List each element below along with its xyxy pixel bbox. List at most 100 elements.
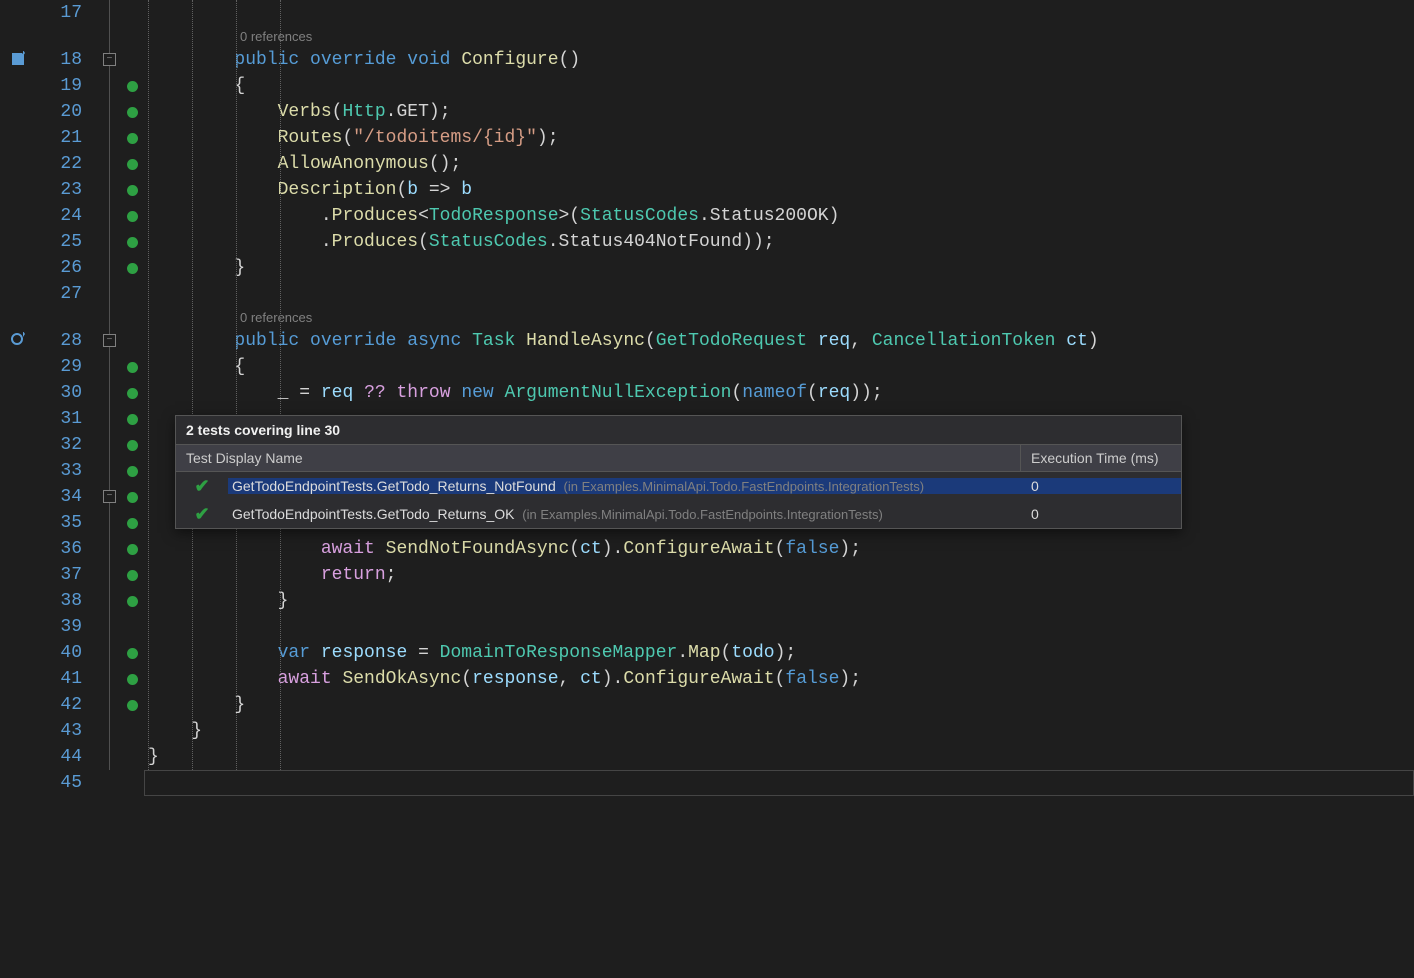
save-icon (10, 51, 26, 72)
coverage-dot[interactable] (127, 211, 138, 222)
line-number: 23 (42, 177, 82, 203)
line-number: 32 (42, 432, 82, 458)
test-name: GetTodoEndpointTests.GetTodo_Returns_OK … (228, 506, 1021, 522)
header-test-name[interactable]: Test Display Name (176, 445, 1021, 471)
line-number: 45 (42, 770, 82, 796)
line-number: 28 (42, 328, 82, 354)
code-line[interactable]: public override async Task HandleAsync(G… (148, 328, 1414, 354)
code-line[interactable]: await SendNotFoundAsync(ct).ConfigureAwa… (148, 536, 1414, 562)
line-number: 44 (42, 744, 82, 770)
coverage-dot[interactable] (127, 362, 138, 373)
coverage-dot[interactable] (127, 133, 138, 144)
code-line[interactable]: return; (148, 562, 1414, 588)
coverage-dot[interactable] (127, 440, 138, 451)
line-number: 22 (42, 151, 82, 177)
glyph-margin (0, 0, 42, 978)
coverage-dot[interactable] (127, 700, 138, 711)
code-line[interactable]: Description(b => b (148, 177, 1414, 203)
coverage-dot[interactable] (127, 81, 138, 92)
test-name: GetTodoEndpointTests.GetTodo_Returns_Not… (228, 478, 1021, 494)
fold-toggle[interactable]: − (103, 490, 116, 503)
code-line[interactable] (148, 770, 1414, 796)
coverage-dot[interactable] (127, 648, 138, 659)
line-number: 29 (42, 354, 82, 380)
indent-guide (148, 0, 149, 770)
coverage-dot[interactable] (127, 544, 138, 555)
line-number: 30 (42, 380, 82, 406)
coverage-dot[interactable] (127, 237, 138, 248)
coverage-dot[interactable] (127, 388, 138, 399)
coverage-dot[interactable] (127, 159, 138, 170)
code-line[interactable] (148, 614, 1414, 640)
line-number: 40 (42, 640, 82, 666)
test-row[interactable]: ✔GetTodoEndpointTests.GetTodo_Returns_No… (176, 472, 1181, 500)
header-exec-time[interactable]: Execution Time (ms) (1021, 445, 1181, 471)
codelens-references[interactable]: 0 references (148, 26, 1414, 47)
indent-guide (280, 0, 281, 770)
code-line[interactable]: } (148, 744, 1414, 770)
line-number: 20 (42, 99, 82, 125)
fold-gutter[interactable]: − − − (100, 0, 122, 978)
code-line[interactable]: public override void Configure() (148, 47, 1414, 73)
tooltip-title: 2 tests covering line 30 (176, 416, 1181, 444)
code-line[interactable]: } (148, 588, 1414, 614)
code-line[interactable]: await SendOkAsync(response, ct).Configur… (148, 666, 1414, 692)
code-line[interactable]: { (148, 73, 1414, 99)
line-number: 36 (42, 536, 82, 562)
test-status-icon: ✔ (176, 504, 228, 525)
line-number: 35 (42, 510, 82, 536)
line-number: 18 (42, 47, 82, 73)
coverage-dot[interactable] (127, 492, 138, 503)
coverage-dot[interactable] (127, 570, 138, 581)
coverage-dot[interactable] (127, 674, 138, 685)
line-number: 24 (42, 203, 82, 229)
line-number: 21 (42, 125, 82, 151)
test-exec-time: 0 (1021, 478, 1181, 494)
coverage-dot[interactable] (127, 107, 138, 118)
code-line[interactable] (148, 281, 1414, 307)
line-number: 17 (42, 0, 82, 26)
code-line[interactable]: .Produces<TodoResponse>(StatusCodes.Stat… (148, 203, 1414, 229)
code-line[interactable] (148, 0, 1414, 26)
code-line[interactable]: } (148, 692, 1414, 718)
line-number: 19 (42, 73, 82, 99)
test-row[interactable]: ✔GetTodoEndpointTests.GetTodo_Returns_OK… (176, 500, 1181, 528)
code-line[interactable]: var response = DomainToResponseMapper.Ma… (148, 640, 1414, 666)
lens-icon (10, 332, 26, 353)
line-number: 27 (42, 281, 82, 307)
coverage-dot[interactable] (127, 185, 138, 196)
code-line[interactable]: .Produces(StatusCodes.Status404NotFound)… (148, 229, 1414, 255)
code-line[interactable]: } (148, 718, 1414, 744)
line-number: 34 (42, 484, 82, 510)
coverage-dot[interactable] (127, 414, 138, 425)
line-numbers-gutter: 1718192021222324252627282930313233343536… (42, 0, 100, 978)
line-number: 39 (42, 614, 82, 640)
line-number: 25 (42, 229, 82, 255)
code-line[interactable]: { (148, 354, 1414, 380)
code-line[interactable]: Verbs(Http.GET); (148, 99, 1414, 125)
indent-guide (192, 0, 193, 770)
fold-toggle[interactable]: − (103, 53, 116, 66)
indent-guide (236, 0, 237, 770)
code-line[interactable]: AllowAnonymous(); (148, 151, 1414, 177)
test-exec-time: 0 (1021, 506, 1181, 522)
coverage-dot[interactable] (127, 466, 138, 477)
line-number: 43 (42, 718, 82, 744)
tooltip-rows: ✔GetTodoEndpointTests.GetTodo_Returns_No… (176, 472, 1181, 528)
coverage-gutter[interactable] (122, 0, 144, 978)
test-coverage-tooltip[interactable]: 2 tests covering line 30 Test Display Na… (175, 415, 1182, 529)
coverage-dot[interactable] (127, 596, 138, 607)
line-number: 31 (42, 406, 82, 432)
coverage-dot[interactable] (127, 263, 138, 274)
code-line[interactable]: } (148, 255, 1414, 281)
line-number: 33 (42, 458, 82, 484)
line-number: 38 (42, 588, 82, 614)
line-number: 41 (42, 666, 82, 692)
test-status-icon: ✔ (176, 476, 228, 497)
codelens-references[interactable]: 0 references (148, 307, 1414, 328)
line-number: 37 (42, 562, 82, 588)
code-line[interactable]: Routes("/todoitems/{id}"); (148, 125, 1414, 151)
fold-toggle[interactable]: − (103, 334, 116, 347)
coverage-dot[interactable] (127, 518, 138, 529)
code-line[interactable]: _ = req ?? throw new ArgumentNullExcepti… (148, 380, 1414, 406)
